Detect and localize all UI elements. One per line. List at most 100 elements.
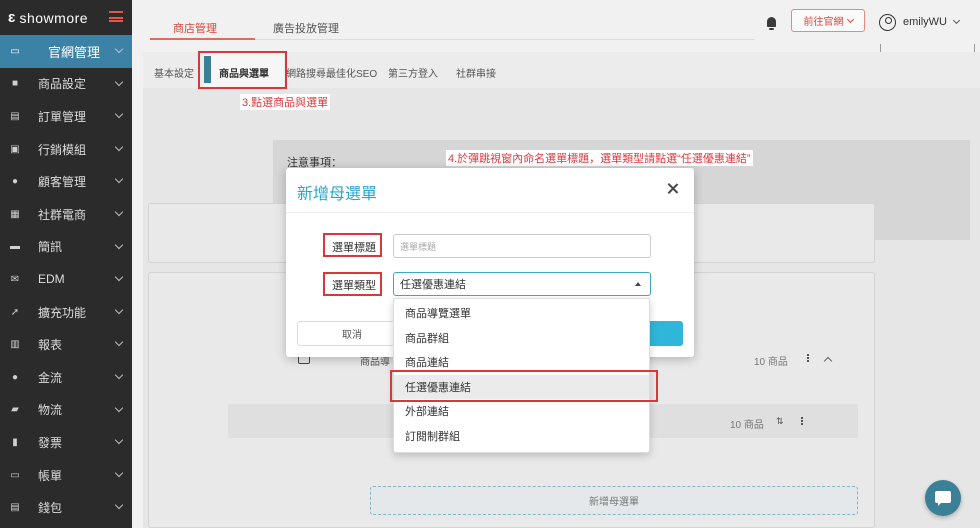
sidebar: ɛ showmore ▭ 官網管理 ■ 商品設定 ▤ 訂單管理 ▣ 行銷模組 ●… (0, 0, 132, 528)
active-tab-underline (150, 38, 255, 40)
sidebar-item-label: 簡訊 (38, 240, 63, 255)
add-parent-menu-button[interactable]: 新增母選單 (370, 486, 858, 515)
truck-icon: ▰ (11, 404, 19, 416)
annotation-highlight-title-label (323, 233, 382, 257)
sidebar-item-label: 官網管理 (48, 44, 101, 60)
money-bag-icon: ● (11, 371, 19, 383)
chevron-down-icon (114, 240, 124, 249)
sidebar-item-label: 商品設定 (38, 77, 87, 92)
menu-type-value: 任選優惠連結 (400, 279, 466, 291)
tab-seo[interactable]: 網路搜尋最佳化SEO (286, 65, 377, 80)
user-name[interactable]: emilyWU (903, 16, 947, 28)
annotation-highlight-tab (198, 51, 287, 89)
document-icon: ▤ (10, 110, 20, 122)
credit-card-icon: ▭ (10, 469, 20, 481)
sidebar-item-wallet[interactable]: ▤ 錢包 (0, 491, 132, 524)
bell-icon[interactable] (767, 17, 776, 30)
annotation-step3: 3.點選商品與選單 (240, 94, 331, 110)
chevron-down-icon (114, 403, 124, 412)
chevron-down-icon (114, 142, 124, 152)
menu-type-select[interactable]: 任選優惠連結 (393, 272, 651, 296)
chevron-down-icon (114, 77, 124, 86)
annotation-highlight-option (390, 370, 658, 402)
go-to-website-button[interactable]: 前往官網 (791, 9, 865, 32)
chevron-down-icon (846, 15, 854, 23)
gift-icon: ▣ (10, 143, 20, 155)
chevron-down-icon (114, 109, 124, 119)
product-count: 10 商品 (730, 420, 764, 431)
sidebar-item-payments[interactable]: ● 金流 (0, 361, 132, 394)
tab-divider (255, 39, 755, 40)
dropdown-option[interactable]: 訂閱制群組 (394, 424, 649, 449)
sidebar-item-label: 擴充功能 (38, 305, 87, 320)
sidebar-item-orders[interactable]: ▤ 訂單管理 (0, 100, 132, 133)
tab-social-integration[interactable]: 社群串接 (456, 65, 496, 80)
sidebar-item-social[interactable]: ▦ 社群電商 (0, 198, 132, 231)
more-options-icon[interactable] (807, 354, 809, 362)
dialog-title: 新增母選單 (297, 186, 378, 203)
sidebar-item-products[interactable]: ■ 商品設定 (0, 68, 132, 101)
sidebar-item-label: 帳單 (38, 468, 63, 483)
receipt-icon: ▮ (12, 436, 18, 448)
tab-basic-settings[interactable]: 基本設定 (154, 65, 194, 80)
sidebar-item-label: 訂單管理 (38, 109, 87, 124)
tv-icon: ▦ (10, 208, 20, 220)
sort-icon[interactable]: ⇅ (776, 416, 784, 427)
sidebar-item-marketing[interactable]: ▣ 行銷模組 (0, 133, 132, 166)
product-count: 10 商品 (754, 357, 788, 368)
tab-store-management[interactable]: 商店管理 (173, 20, 217, 36)
sidebar-item-website[interactable]: ▭ 官網管理 (0, 35, 132, 68)
sidebar-item-label: 金流 (38, 370, 63, 385)
user-avatar-icon[interactable] (879, 14, 896, 31)
sidebar-item-label: 物流 (38, 403, 63, 418)
chevron-down-icon (114, 370, 124, 380)
chat-icon (935, 491, 951, 506)
top-bar: 商店管理 廣告投放管理 前往官網 emilyWU (132, 0, 980, 42)
chevron-down-icon[interactable] (952, 16, 961, 25)
chevron-down-icon (114, 44, 124, 54)
laptop-icon: ▭ (10, 45, 20, 57)
dropdown-option[interactable]: 外部連結 (394, 399, 649, 424)
tab-third-party-login[interactable]: 第三方登入 (388, 65, 438, 80)
sidebar-item-label: EDM (38, 272, 65, 287)
cancel-label: 取消 (342, 330, 362, 341)
dropdown-option[interactable]: 商品導覽選單 (394, 301, 649, 326)
chevron-down-icon (114, 338, 124, 347)
annotation-highlight-type-label (323, 272, 382, 296)
sidebar-item-edm[interactable]: ✉ EDM (0, 263, 132, 296)
sidebar-item-label: 發票 (38, 435, 63, 450)
chevron-down-icon (114, 501, 124, 510)
chevron-down-icon (114, 468, 124, 477)
sidebar-item-extensions[interactable]: ➚ 擴充功能 (0, 296, 132, 329)
go-to-website-label: 前往官網 (803, 17, 844, 28)
chat-button[interactable] (925, 480, 961, 516)
brand-name: showmore (19, 9, 89, 26)
sidebar-item-reports[interactable]: ▥ 報表 (0, 328, 132, 361)
dialog-divider (286, 212, 694, 213)
envelope-icon: ✉ (10, 273, 20, 285)
rocket-icon: ➚ (10, 306, 20, 318)
menu-title-input[interactable]: 選單標題 (393, 234, 651, 258)
cube-icon: ■ (11, 78, 19, 90)
message-icon: ▬ (10, 241, 20, 253)
sidebar-item-label: 行銷模組 (38, 142, 87, 157)
sidebar-item-label: 顧客管理 (38, 175, 87, 190)
chevron-down-icon (114, 175, 124, 184)
cancel-button[interactable]: 取消 (297, 321, 407, 346)
sidebar-item-logistics[interactable]: ▰ 物流 (0, 394, 132, 427)
dropdown-option[interactable]: 商品群組 (394, 326, 649, 351)
more-options-icon[interactable] (801, 417, 803, 425)
chevron-down-icon (114, 207, 124, 217)
hamburger-menu-icon[interactable] (109, 11, 123, 22)
sidebar-item-label: 錢包 (38, 501, 63, 516)
chevron-down-icon (114, 435, 124, 445)
sidebar-item-invoices[interactable]: ▮ 發票 (0, 426, 132, 459)
tab-ad-management[interactable]: 廣告投放管理 (273, 20, 339, 36)
sidebar-item-customers[interactable]: ● 顧客管理 (0, 165, 132, 198)
sidebar-item-billing[interactable]: ▭ 帳單 (0, 459, 132, 492)
annotation-step4: 4.於彈跳視窗內命名選單標題，選單類型請點選“任選優惠連結” (446, 150, 753, 166)
close-icon[interactable] (666, 182, 680, 196)
sidebar-item-sms[interactable]: ▬ 簡訊 (0, 231, 132, 264)
wallet-icon: ▤ (10, 502, 20, 514)
sidebar-item-label: 社群電商 (38, 207, 87, 222)
